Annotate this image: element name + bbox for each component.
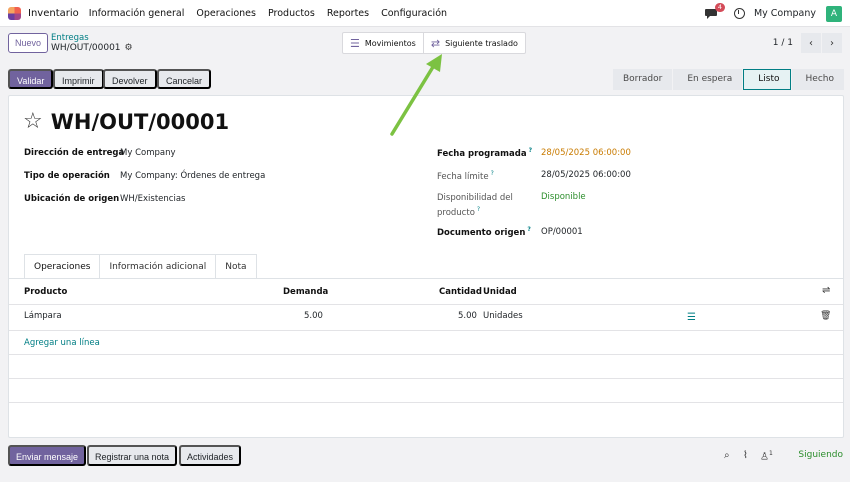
source-location-label: Ubicación de origen: [24, 194, 120, 204]
stage-draft[interactable]: Borrador: [612, 69, 673, 90]
menu-item-reports[interactable]: Reportes: [327, 8, 369, 19]
row-divider: [9, 330, 843, 331]
tab-additional-info[interactable]: Información adicional: [99, 254, 217, 279]
tabs-divider: [9, 278, 843, 279]
deadline-label: Fecha límite?: [437, 170, 494, 182]
star-icon[interactable]: ☆: [23, 111, 43, 133]
row-divider: [9, 304, 843, 305]
validate-button[interactable]: Validar: [8, 69, 54, 89]
column-header-quantity[interactable]: Cantidad: [439, 287, 482, 297]
availability-label-line1: Disponibilidad del: [437, 193, 513, 203]
title-row: ☆ WH/OUT/00001: [23, 110, 229, 134]
breadcrumb-current: WH/OUT/00001 ⚙: [51, 43, 133, 54]
menu-item-overview[interactable]: Información general: [89, 8, 185, 19]
menu-item-products[interactable]: Productos: [268, 8, 315, 19]
return-button[interactable]: Devolver: [103, 69, 157, 89]
top-navbar: Inventario Información general Operacion…: [0, 0, 850, 27]
user-avatar[interactable]: A: [826, 5, 842, 22]
add-line-link[interactable]: Agregar una línea: [24, 338, 100, 348]
main-menu: Información general Operaciones Producto…: [89, 8, 459, 19]
company-switcher[interactable]: My Company: [754, 8, 816, 19]
followers-count: 1: [768, 450, 773, 457]
deadline-label-text: Fecha límite: [437, 171, 489, 182]
operation-type-field[interactable]: My Company: Órdenes de entrega: [120, 171, 265, 181]
detailed-operations-icon[interactable]: ☰: [687, 312, 696, 323]
form-sheet: ☆ WH/OUT/00001 Dirección de entrega My C…: [8, 95, 844, 438]
scheduled-date-label-text: Fecha programada: [437, 148, 527, 159]
following-button[interactable]: Siguiendo: [798, 450, 843, 460]
row-product[interactable]: Lámpara: [24, 311, 62, 321]
column-header-product[interactable]: Producto: [24, 287, 67, 297]
menu-item-operations[interactable]: Operaciones: [196, 8, 256, 19]
print-button[interactable]: Imprimir: [53, 69, 104, 89]
annotation-arrow-icon: [390, 54, 442, 136]
row-unit[interactable]: Unidades: [483, 311, 523, 321]
chat-icon[interactable]: 4: [704, 2, 725, 20]
breadcrumb-parent[interactable]: Entregas: [51, 33, 133, 43]
followers-icon[interactable]: ♙1: [760, 450, 773, 462]
stage-done[interactable]: Hecho: [791, 69, 844, 90]
column-settings-icon[interactable]: ⇌: [822, 285, 830, 296]
availability-label: Disponibilidad del producto?: [437, 192, 513, 219]
origin-label-text: Documento origen: [437, 227, 526, 238]
scheduled-date-field[interactable]: 28/05/2025 06:00:00: [541, 148, 631, 158]
paperclip-icon[interactable]: ⌇: [743, 450, 748, 461]
help-icon[interactable]: ?: [477, 206, 480, 213]
help-icon[interactable]: ?: [529, 147, 532, 154]
record-title: WH/OUT/00001: [50, 110, 230, 134]
row-divider: [9, 402, 843, 403]
breadcrumb-current-label: WH/OUT/00001: [51, 43, 121, 53]
search-icon[interactable]: ⌕: [724, 450, 730, 461]
help-icon[interactable]: ?: [491, 170, 494, 177]
pager-next-button[interactable]: ›: [822, 33, 842, 53]
stage-waiting[interactable]: En espera: [673, 69, 743, 90]
app-name[interactable]: Inventario: [28, 8, 79, 19]
moves-label: Movimientos: [364, 38, 416, 48]
column-header-demand[interactable]: Demanda: [283, 287, 328, 297]
delivery-address-field[interactable]: My Company: [120, 148, 176, 158]
chatter-bar: Enviar mensaje Registrar una nota Activi…: [0, 442, 850, 468]
log-note-button[interactable]: Registrar una nota: [87, 445, 178, 466]
pager: 1 / 1 ‹ ›: [773, 33, 842, 53]
notebook-tabs: Operaciones Información adicional Nota: [24, 254, 257, 279]
stage-selector: Borrador En espera Listo Hecho: [612, 69, 844, 90]
row-demand[interactable]: 5.00: [304, 311, 323, 321]
breadcrumb: Entregas WH/OUT/00001 ⚙: [51, 33, 133, 54]
trash-icon[interactable]: 🗑: [820, 311, 831, 321]
chat-badge: 4: [714, 2, 725, 12]
pager-value[interactable]: 1 / 1: [773, 38, 793, 48]
help-icon[interactable]: ?: [527, 226, 530, 233]
chevron-right-icon: ›: [830, 37, 834, 49]
send-message-button[interactable]: Enviar mensaje: [8, 445, 87, 466]
row-divider: [9, 378, 843, 379]
source-location-field[interactable]: WH/Existencias: [120, 194, 185, 204]
pager-previous-button[interactable]: ‹: [801, 33, 821, 53]
availability-field: Disponible: [541, 192, 586, 202]
stage-ready[interactable]: Listo: [743, 69, 791, 90]
scheduled-date-label: Fecha programada?: [437, 147, 532, 159]
navbar-systray: 4 My Company A: [704, 0, 850, 27]
activity-clock-icon[interactable]: [733, 8, 745, 19]
exchange-arrows-icon: ⇄: [430, 36, 441, 50]
origin-field[interactable]: OP/00001: [541, 227, 583, 237]
app-logo-icon[interactable]: [8, 6, 21, 20]
new-button[interactable]: Nuevo: [8, 33, 49, 53]
tab-operations[interactable]: Operaciones: [24, 254, 101, 279]
cancel-button[interactable]: Cancelar: [157, 69, 212, 89]
next-transfer-label: Siguiente traslado: [445, 38, 518, 48]
gear-icon[interactable]: ⚙: [125, 43, 133, 54]
deadline-field[interactable]: 28/05/2025 06:00:00: [541, 170, 631, 180]
row-divider: [9, 354, 843, 355]
menu-item-configuration[interactable]: Configuración: [381, 8, 447, 19]
list-bars-icon: ☰: [350, 36, 360, 50]
delivery-address-label: Dirección de entrega: [24, 148, 125, 158]
column-header-unit[interactable]: Unidad: [483, 287, 517, 297]
availability-label-line2: producto: [437, 207, 475, 218]
tab-note[interactable]: Nota: [215, 254, 257, 279]
activities-button[interactable]: Actividades: [179, 445, 242, 466]
origin-label: Documento origen?: [437, 226, 531, 238]
row-quantity[interactable]: 5.00: [458, 311, 477, 321]
operation-type-label: Tipo de operación: [24, 171, 110, 181]
chevron-left-icon: ‹: [809, 37, 813, 49]
